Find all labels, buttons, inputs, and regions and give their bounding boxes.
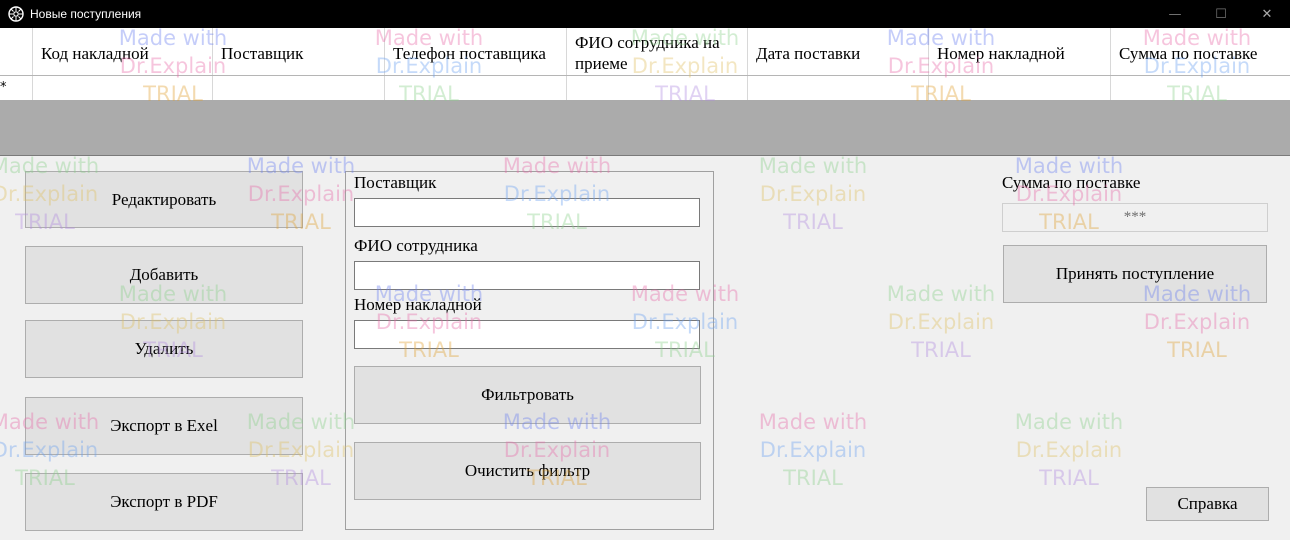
trial-watermark-line: TRIAL bbox=[783, 210, 843, 234]
trial-watermark-line: Made with bbox=[758, 154, 868, 178]
minimize-button[interactable]: — bbox=[1152, 0, 1198, 28]
supplier-filter-label: Поставщик bbox=[354, 173, 437, 192]
trial-watermark-line: TRIAL bbox=[911, 338, 971, 362]
grid-header: Код накладной Поставщик Телефон поставщи… bbox=[0, 28, 1290, 76]
export-pdf-button[interactable]: Экспорт в PDF bbox=[25, 473, 303, 531]
help-button[interactable]: Справка bbox=[1146, 487, 1269, 521]
trial-watermark-line: Made with bbox=[758, 410, 868, 434]
trial-watermark-line: TRIAL bbox=[783, 466, 843, 490]
edit-button[interactable]: Редактировать bbox=[25, 171, 303, 228]
maximize-icon: ☐ bbox=[1215, 6, 1227, 22]
column-header-supplier[interactable]: Поставщик bbox=[212, 28, 384, 75]
trial-watermark: Made with Dr.Explain TRIAL bbox=[984, 408, 1154, 492]
trial-watermark-line: Dr.Explain bbox=[887, 310, 995, 334]
table-cell[interactable] bbox=[566, 76, 747, 100]
app-icon bbox=[8, 6, 24, 22]
supplier-filter-input[interactable] bbox=[354, 198, 700, 227]
close-icon: ✕ bbox=[1261, 6, 1273, 22]
trial-watermark-line: Made with bbox=[1014, 410, 1124, 434]
invoice-filter-label: Номер накладной bbox=[354, 295, 482, 314]
close-button[interactable]: ✕ bbox=[1244, 0, 1290, 28]
trial-watermark: Made with Dr.Explain TRIAL bbox=[856, 280, 1026, 364]
accept-delivery-button[interactable]: Принять поступление bbox=[1003, 245, 1267, 303]
table-cell[interactable] bbox=[747, 76, 928, 100]
window-title: Новые поступления bbox=[30, 7, 142, 21]
table-row-new[interactable]: * bbox=[0, 76, 1290, 100]
table-cell[interactable] bbox=[384, 76, 566, 100]
employee-filter-input[interactable] bbox=[354, 261, 700, 290]
delivery-sum-label: Сумма по поставке bbox=[1002, 173, 1141, 192]
export-excel-button[interactable]: Экспорт в Exel bbox=[25, 397, 303, 455]
column-header-invoice-code[interactable]: Код накладной bbox=[32, 28, 212, 75]
clear-filter-button[interactable]: Очистить фильтр bbox=[354, 442, 701, 500]
data-grid[interactable]: Код накладной Поставщик Телефон поставщи… bbox=[0, 28, 1290, 100]
table-cell[interactable] bbox=[928, 76, 1110, 100]
new-row-marker: * bbox=[0, 80, 7, 95]
column-header-supplier-phone[interactable]: Телефон поставщика bbox=[384, 28, 566, 75]
trial-watermark-line: Made with bbox=[886, 282, 996, 306]
filter-button[interactable]: Фильтровать bbox=[354, 366, 701, 424]
column-header-invoice-number[interactable]: Номер накладной bbox=[928, 28, 1110, 75]
invoice-filter-input[interactable] bbox=[354, 320, 700, 349]
delete-button[interactable]: Удалить bbox=[25, 320, 303, 378]
trial-watermark-line: Dr.Explain bbox=[1143, 310, 1251, 334]
trial-watermark-line: TRIAL bbox=[1039, 466, 1099, 490]
table-cell[interactable] bbox=[32, 76, 212, 100]
table-cell[interactable] bbox=[212, 76, 384, 100]
trial-watermark-line: Dr.Explain bbox=[759, 438, 867, 462]
column-header-delivery-sum[interactable]: Сумма по поставке bbox=[1110, 28, 1290, 75]
trial-watermark-line: Dr.Explain bbox=[1015, 438, 1123, 462]
delivery-sum-field: *** bbox=[1002, 203, 1268, 232]
row-header-corner bbox=[0, 28, 32, 75]
column-header-delivery-date[interactable]: Дата поставки bbox=[747, 28, 928, 75]
table-cell[interactable] bbox=[1110, 76, 1290, 100]
maximize-button[interactable]: ☐ bbox=[1198, 0, 1244, 28]
add-button[interactable]: Добавить bbox=[25, 246, 303, 304]
column-header-employee[interactable]: ФИО сотрудника на приеме bbox=[566, 28, 747, 75]
trial-watermark-line: TRIAL bbox=[1167, 338, 1227, 362]
trial-watermark: Made with Dr.Explain TRIAL bbox=[728, 152, 898, 236]
trial-watermark: Made with Dr.Explain TRIAL bbox=[728, 408, 898, 492]
minimize-icon: — bbox=[1168, 6, 1182, 22]
title-bar: Новые поступления — ☐ ✕ bbox=[0, 0, 1290, 28]
trial-watermark-line: Dr.Explain bbox=[759, 182, 867, 206]
employee-filter-label: ФИО сотрудника bbox=[354, 236, 478, 255]
grid-empty-area bbox=[0, 100, 1290, 156]
